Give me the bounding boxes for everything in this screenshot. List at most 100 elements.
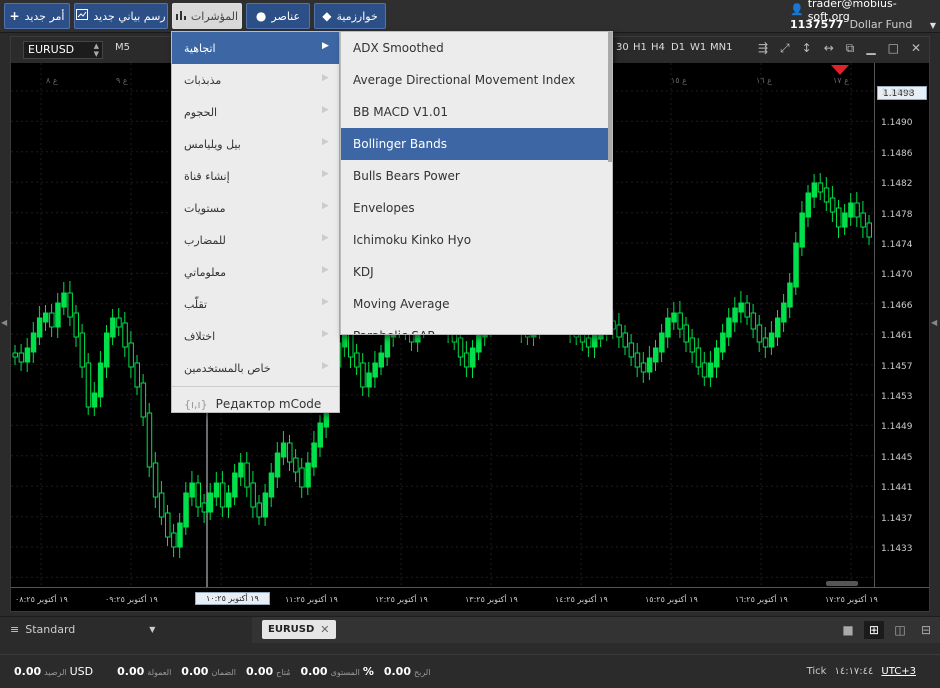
timeframe-d1[interactable]: D1	[671, 42, 685, 53]
chart-icon	[76, 9, 89, 23]
menu-item-label: الحجوم	[184, 105, 218, 119]
submenu-item[interactable]: Average Directional Movement Index	[341, 64, 612, 96]
chevron-right-icon: ▶	[322, 169, 329, 179]
candle-body	[207, 492, 214, 513]
timeframe-w1[interactable]: W1	[690, 42, 706, 53]
menu-item[interactable]: إنشاء قناة ▶	[172, 160, 339, 192]
session-mark: ع ٩	[116, 76, 128, 85]
menu-item[interactable]: مذبذبات ▶	[172, 64, 339, 96]
price-tick-label: 1.1482	[881, 179, 913, 190]
fit-icon[interactable]: ⤢	[780, 41, 790, 56]
candle-body	[378, 352, 384, 368]
candle-body	[116, 317, 122, 328]
chevron-right-icon: ▶	[322, 41, 329, 51]
free-label: مُتاح	[276, 668, 291, 677]
maximize-icon[interactable]: □	[888, 41, 899, 56]
menu-icon: ≡	[10, 623, 20, 636]
layout-grid-icon[interactable]: ⊞	[864, 621, 884, 639]
symbol-selector[interactable]: EURUSD ▲ ▼	[23, 41, 103, 59]
algorithm-button[interactable]: ◆ خوارزمية	[314, 3, 386, 29]
candle-body	[823, 187, 830, 203]
left-arrow-icon[interactable]: ◀	[1, 318, 7, 327]
menu-item[interactable]: تقلّب ▶	[172, 288, 339, 320]
menu-item[interactable]: اتجاهية ▶	[172, 32, 339, 64]
candle-body	[384, 332, 391, 358]
timeframe-mn1[interactable]: MN1	[710, 42, 732, 53]
candle-body	[592, 334, 598, 348]
candle-body	[799, 212, 805, 248]
menu-item[interactable]: مستويات ▶	[172, 192, 339, 224]
submenu-item[interactable]: Bulls Bears Power	[341, 160, 612, 192]
submenu-item[interactable]: Envelopes	[341, 192, 612, 224]
menu-item[interactable]: خاص بالمستخدمين ▶	[172, 352, 339, 384]
submenu-scrollbar[interactable]	[608, 32, 612, 162]
new-chart-button[interactable]: رسم بياني جديد	[74, 3, 168, 29]
candle-body	[43, 312, 49, 323]
horizontal-line-icon[interactable]: ↔	[824, 41, 834, 56]
current-timeframe[interactable]: M5	[115, 42, 130, 53]
candle-body	[616, 324, 622, 338]
timezone-link[interactable]: UTC+3	[881, 666, 916, 677]
menu-item[interactable]: بيل ويليامس ▶	[172, 128, 339, 160]
workspace-selector[interactable]: ≡ Standard ▼	[10, 623, 155, 636]
level-label: المستوى	[330, 668, 360, 677]
candle-body	[244, 462, 250, 488]
price-tick-label: 1.1490	[881, 118, 913, 129]
price-tick-label: 1.1478	[881, 209, 913, 220]
submenu-item[interactable]: KDJ	[341, 256, 612, 288]
new-order-button[interactable]: + أمر جديد	[4, 3, 70, 29]
submenu-item[interactable]: Ichimoku Kinko Hyo	[341, 224, 612, 256]
price-tick-label: 1.1466	[881, 300, 913, 311]
menu-item[interactable]: للمضارب ▶	[172, 224, 339, 256]
balance-label: الرصيد	[44, 668, 67, 677]
candle-body	[720, 332, 726, 353]
minimize-icon[interactable]: ▁	[866, 41, 875, 56]
price-tick-label: 1.1494	[881, 88, 913, 98]
session-mark: ع ١٥	[671, 76, 687, 85]
autoscale-icon[interactable]: ⇶	[758, 41, 768, 56]
right-arrow-icon[interactable]: ◀	[931, 318, 937, 327]
submenu-item[interactable]: Moving Average	[341, 288, 612, 320]
candle-body	[165, 512, 171, 538]
candle-body	[36, 317, 43, 338]
layout-single-icon[interactable]: ■	[838, 621, 858, 639]
indicators-menu: اتجاهية ▶ مذبذبات ▶ الحجوم ▶ بيل ويليامس ▶ إنشاء…	[171, 31, 340, 413]
candle-body	[256, 502, 262, 518]
candle-body	[18, 352, 25, 363]
commission-value: 0.00	[117, 665, 145, 678]
menu-item[interactable]: اختلاف ▶	[172, 320, 339, 352]
candle-body	[152, 462, 159, 498]
timeframe-h1[interactable]: H1	[633, 42, 647, 53]
chevron-right-icon: ▶	[322, 329, 329, 339]
chart-tab[interactable]: EURUSD ✕	[262, 620, 336, 639]
submenu-item[interactable]: Bollinger Bands	[341, 128, 612, 160]
mcode-editor-item[interactable]: {ı,ı} Редактор mCode	[172, 389, 339, 419]
candle-body	[677, 312, 683, 330]
menu-item[interactable]: معلوماتي ▶	[172, 256, 339, 288]
candle-body	[756, 324, 763, 343]
price-tick-label: 1.1437	[881, 513, 913, 524]
submenu-item[interactable]: Parabolic SAR	[341, 320, 612, 334]
timeframe-h4[interactable]: H4	[651, 42, 665, 53]
account-panel[interactable]: 👤 trader@mobius-soft.org 1137577 Dollar Fu…	[790, 0, 936, 32]
popout-icon[interactable]: ⧉	[846, 41, 855, 56]
candle-body	[628, 342, 635, 358]
layout-rows-icon[interactable]: ⊟	[916, 621, 936, 639]
vertical-line-icon[interactable]: ↕	[802, 41, 812, 56]
chevron-down-icon[interactable]: ▼	[930, 21, 936, 30]
submenu-item[interactable]: ADX Smoothed	[341, 32, 612, 64]
margin-value: 0.00	[181, 665, 209, 678]
close-icon[interactable]: ✕	[911, 41, 921, 56]
indicators-button[interactable]: المؤشرات	[172, 3, 242, 29]
chart-scrollbar[interactable]	[826, 581, 858, 586]
objects-button[interactable]: ● عناصر	[246, 3, 310, 29]
profit-item: 0.00 الربح	[384, 665, 431, 678]
plus-icon: +	[9, 9, 20, 23]
menu-item[interactable]: الحجوم ▶	[172, 96, 339, 128]
close-icon[interactable]: ✕	[320, 623, 329, 636]
layout-columns-icon[interactable]: ◫	[890, 621, 910, 639]
submenu-item[interactable]: BB MACD V1.01	[341, 96, 612, 128]
timeframe-30[interactable]: 30	[616, 42, 629, 53]
candle-body	[775, 317, 781, 338]
candle-body	[122, 322, 128, 348]
